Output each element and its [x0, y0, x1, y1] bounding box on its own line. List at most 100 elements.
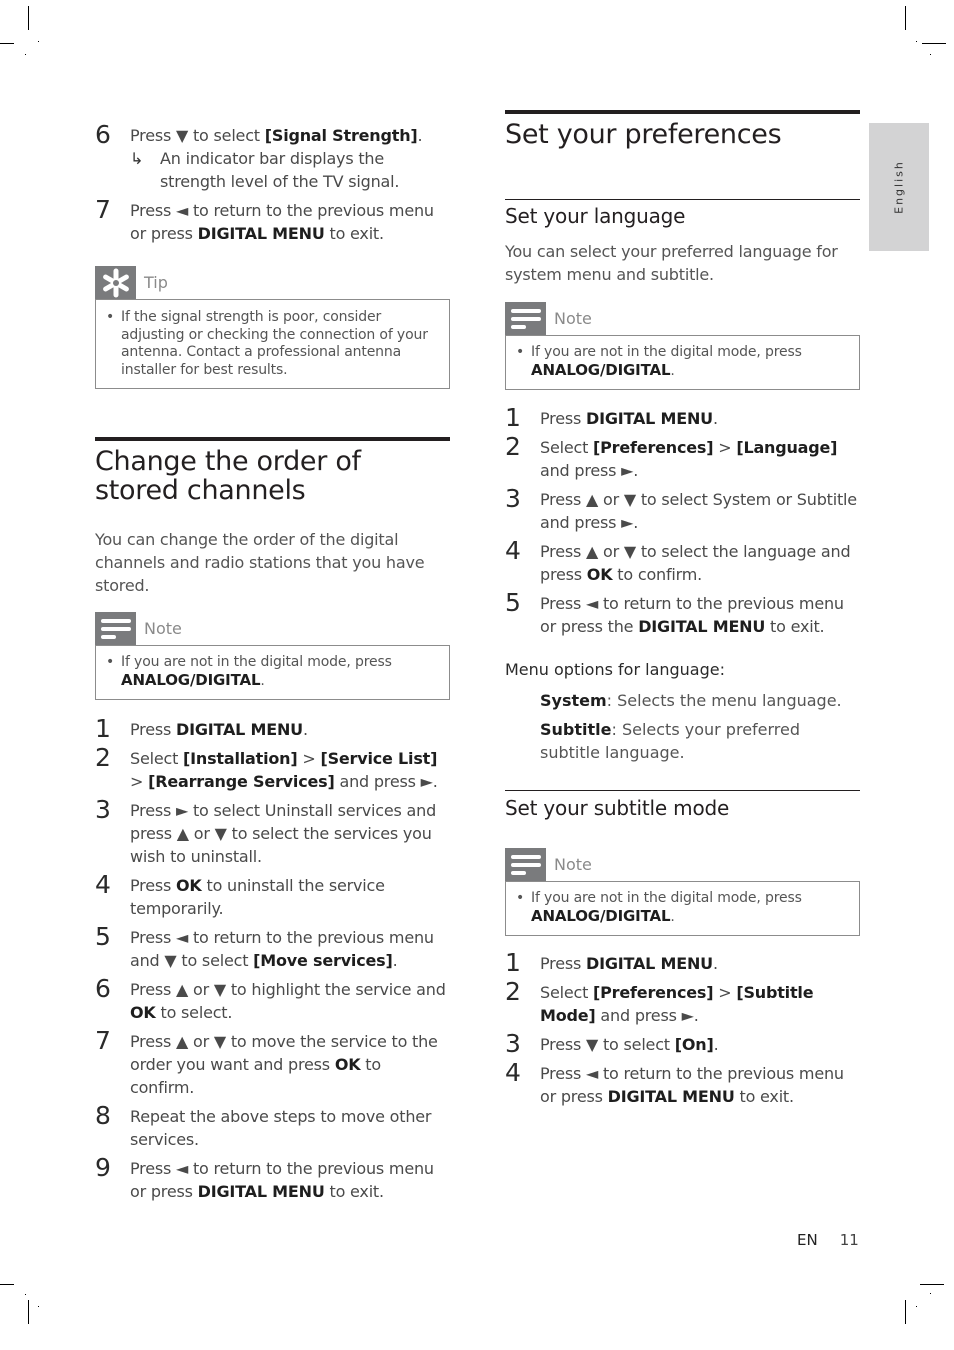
- step-item: 5 Press ◄ to return to the previous menu …: [95, 922, 450, 972]
- tip-label: Tip: [144, 273, 168, 292]
- text-run: .: [670, 362, 675, 379]
- step-number: 2: [505, 977, 521, 1006]
- text-run: to exit.: [765, 617, 825, 636]
- step-text: Press ▲ or ▼ to move the service to the …: [130, 1030, 450, 1099]
- step-number: 7: [95, 195, 111, 224]
- language-options-title: Menu options for language:: [505, 660, 725, 679]
- option-desc: : Selects the menu language.: [606, 691, 842, 710]
- step-item: 4 Press ▲ or ▼ to select the language and…: [505, 536, 860, 586]
- option-subtitle: Subtitle: Selects your preferred subtitl…: [505, 718, 860, 764]
- reorder-steps: 1 Press DIGITAL MENU. 2 Select [Installatio…: [95, 714, 450, 1209]
- emphasis-text: OK: [176, 876, 202, 895]
- text-run: Press: [130, 876, 176, 895]
- crop-dot: [916, 41, 917, 42]
- section-rule: [95, 437, 450, 441]
- step-number: 4: [95, 870, 111, 899]
- note-body: • If you are not in the digital mode, pre…: [505, 881, 860, 936]
- text-run: Press ▼ to select: [540, 1035, 675, 1054]
- step-item: 3 Press ▲ or ▼ to select System or Subtit…: [505, 484, 860, 534]
- step-item: 4 Press ◄ to return to the previous menu …: [505, 1058, 860, 1108]
- step-number: 3: [505, 1029, 521, 1058]
- emphasis-text: OK: [586, 565, 613, 584]
- bullet-icon: •: [516, 890, 525, 906]
- note-header: Note: [95, 612, 450, 645]
- text-run: .: [417, 126, 423, 145]
- step-number: 9: [95, 1153, 111, 1182]
- step-item: 1 Press DIGITAL MENU.: [505, 403, 860, 432]
- step-item: 1 Press DIGITAL MENU.: [505, 948, 860, 977]
- text-run: and press ►.: [595, 1006, 699, 1025]
- footer-language: EN: [797, 1231, 818, 1249]
- section-rule: [505, 110, 860, 114]
- step-text: Press ◄ to return to the previous menu o…: [130, 1157, 450, 1203]
- step-number: 5: [505, 588, 521, 617]
- note-list: • If you are not in the digital mode, pre…: [516, 344, 849, 380]
- signal-steps: 6 Press ▼ to select [Signal Strength]. ↳ An…: [95, 120, 450, 251]
- step-text: Select [Preferences] > [Language] and pr…: [540, 436, 860, 482]
- emphasis-text: DIGITAL MENU: [607, 1087, 735, 1106]
- emphasis-text: ANALOG/DIGITAL: [121, 670, 261, 689]
- step-number: 5: [95, 922, 111, 951]
- note-label: Note: [554, 855, 592, 874]
- emphasis-text: [Preferences]: [593, 438, 714, 457]
- emphasis-text: [Move services]: [253, 951, 393, 970]
- crop-mark: [0, 1284, 14, 1285]
- step-item: 8 Repeat the above steps to move other se…: [95, 1101, 450, 1151]
- result-arrow-icon: ↳: [130, 149, 144, 168]
- step-item: 7 Press ◄ to return to the previous menu …: [95, 195, 450, 245]
- step-number: 2: [95, 743, 111, 772]
- note-lines-icon: [95, 612, 136, 645]
- text-run: Select: [540, 438, 594, 457]
- text-run: Press ▲ or ▼ to select System or Subtitl…: [540, 490, 857, 532]
- text-run: .: [713, 1035, 719, 1054]
- bullet-item: • If the signal strength is poor, conside…: [106, 309, 439, 379]
- emphasis-text: [On]: [674, 1035, 714, 1054]
- emphasis-text: OK: [334, 1055, 361, 1074]
- step-number: 4: [505, 1058, 521, 1087]
- note-label: Note: [554, 309, 592, 328]
- note-header: Note: [505, 848, 860, 881]
- crop-mark: [0, 43, 14, 44]
- crop-mark: [28, 1300, 29, 1324]
- crop-mark: [920, 1284, 944, 1285]
- page-footer: EN 11: [797, 1231, 859, 1249]
- text-run: .: [302, 720, 308, 739]
- step-text: Press ◄ to return to the previous menu a…: [130, 926, 450, 972]
- note-lines-icon: [505, 848, 546, 881]
- text-run: Press: [130, 720, 176, 739]
- crop-dot: [930, 54, 931, 55]
- tip-asterisk-icon: [95, 266, 136, 299]
- step-number: 3: [505, 484, 521, 513]
- text-run: If you are not in the digital mode, pres…: [531, 890, 802, 906]
- page-number: 11: [839, 1231, 859, 1249]
- step-number: 6: [95, 974, 111, 1003]
- step-text: Press ◄ to return to the previous menu o…: [540, 592, 860, 638]
- step-text: Select [Preferences] > [Subtitle Mode] a…: [540, 981, 860, 1027]
- emphasis-text: OK: [130, 1003, 156, 1022]
- step-text: Press ▲ or ▼ to highlight the service an…: [130, 978, 450, 1024]
- emphasis-text: DIGITAL MENU: [586, 954, 713, 973]
- step-item: 3 Press ▼ to select [On].: [505, 1029, 860, 1058]
- language-steps: 1 Press DIGITAL MENU. 2 Select [Preferences…: [505, 403, 860, 644]
- step-item: 7 Press ▲ or ▼ to move the service to the…: [95, 1026, 450, 1099]
- step-item: 4 Press OK to uninstall the service tempo…: [95, 870, 450, 920]
- note-list: • If you are not in the digital mode, pre…: [516, 890, 849, 926]
- text-run: >: [130, 772, 149, 791]
- section-title-change-order: Change the order of stored channels: [95, 446, 361, 506]
- step-number: 6: [95, 120, 111, 149]
- crop-dot: [38, 1306, 39, 1307]
- note-header: Note: [505, 302, 860, 335]
- subtitle-steps: 1 Press DIGITAL MENU. 2 Select [Preferences…: [505, 948, 860, 1114]
- step-number: 1: [95, 714, 111, 743]
- step-item: 2 Select [Preferences] > [Subtitle Mode] …: [505, 977, 860, 1027]
- note-body: • If you are not in the digital mode, pre…: [95, 645, 450, 700]
- language-intro: You can select your preferred language f…: [505, 242, 838, 284]
- text-run: to select.: [155, 1003, 233, 1022]
- language-options: System: Selects the menu language. Subti…: [505, 689, 860, 764]
- text-run: .: [712, 409, 718, 428]
- step-text: Press ▲ or ▼ to select the language and …: [540, 540, 860, 586]
- text-run: >: [297, 749, 321, 768]
- step-item: 6 Press ▲ or ▼ to highlight the service a…: [95, 974, 450, 1024]
- subsection-title-subtitle-mode: Set your subtitle mode: [505, 796, 730, 820]
- emphasis-text: [Signal Strength]: [264, 126, 418, 145]
